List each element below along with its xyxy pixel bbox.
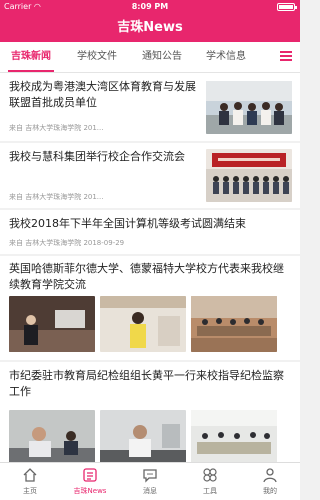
news-thumbnail (206, 149, 292, 202)
news-meta: 来自 吉林大学珠海学院 201... (9, 124, 104, 132)
tab-notices[interactable]: 通知公告 (136, 42, 188, 72)
news-title: 我校2018年下半年全国计算机等级考试圆满结束 (9, 217, 246, 230)
tab-academic-info[interactable]: 学术信息 (200, 42, 252, 72)
home-icon (23, 468, 37, 482)
news-title: 市纪委驻市教育局纪检组组长黄平一行来校指导纪检监察工作 (9, 369, 284, 398)
news-title: 我校与慧科集团举行校企合作交流会 (9, 150, 185, 163)
nav-bar: 吉珠News (0, 14, 300, 42)
tools-icon (203, 468, 217, 482)
news-title: 我校成为粤港澳大湾区体育教育与发展联盟首批成员单位 (9, 80, 196, 109)
tabbar-label: 工具 (203, 487, 217, 495)
tabbar-label: 我的 (263, 487, 277, 495)
tab-news[interactable]: 吉珠新闻 (4, 42, 58, 72)
status-bar: Carrier ◠ 8:09 PM (0, 0, 300, 14)
tabbar-label: 主页 (23, 487, 37, 495)
news-meta: 来自 吉林大学珠海学院 2018-09-29 (9, 239, 125, 247)
tabbar-profile[interactable]: 我的 (240, 463, 300, 500)
tabbar-label: 吉珠News (73, 487, 107, 495)
news-title: 英国哈德斯菲尔德大学、德蒙福特大学校方代表来我校继续教育学院交流 (9, 262, 284, 291)
news-item[interactable]: 我校与慧科集团举行校企合作交流会 来自 吉林大学珠海学院 201... (0, 143, 300, 208)
hamburger-icon[interactable] (280, 51, 292, 61)
news-thumbnail (191, 296, 277, 352)
news-meta: 来自 吉林大学珠海学院 201... (9, 193, 104, 201)
profile-icon (263, 468, 277, 483)
news-feed: 我校成为粤港澳大湾区体育教育与发展联盟首批成员单位 来自 吉林大学珠海学院 20… (0, 73, 300, 463)
news-thumbnail (9, 296, 95, 352)
page-title: 吉珠News (117, 20, 183, 35)
tabbar-home[interactable]: 主页 (0, 463, 60, 500)
tabbar-tools[interactable]: 工具 (180, 463, 240, 500)
news-thumbnail (100, 410, 186, 463)
news-icon (83, 468, 97, 482)
tabbar-label: 消息 (143, 487, 157, 495)
news-item[interactable]: 我校成为粤港澳大湾区体育教育与发展联盟首批成员单位 来自 吉林大学珠海学院 20… (0, 73, 300, 141)
news-item[interactable]: 市纪委驻市教育局纪检组组长黄平一行来校指导纪检监察工作 (0, 362, 300, 463)
clock: 8:09 PM (131, 2, 169, 11)
message-icon (143, 469, 157, 483)
news-thumbnail (100, 296, 186, 352)
tabbar-news[interactable]: 吉珠News (60, 463, 120, 500)
tabbar-messages[interactable]: 消息 (120, 463, 180, 500)
news-item[interactable]: 我校2018年下半年全国计算机等级考试圆满结束 来自 吉林大学珠海学院 2018… (0, 210, 300, 254)
battery-icon (277, 3, 297, 11)
tab-school-files[interactable]: 学校文件 (72, 42, 122, 72)
news-thumbnail (9, 410, 95, 463)
news-thumbnail (191, 410, 277, 463)
bottom-tab-bar: 主页 吉珠News 消息 工具 我的 (0, 462, 300, 500)
news-thumbnail (206, 81, 292, 134)
category-tabs: 吉珠新闻 学校文件 通知公告 学术信息 (0, 42, 300, 73)
news-item[interactable]: 英国哈德斯菲尔德大学、德蒙福特大学校方代表来我校继续教育学院交流 (0, 256, 300, 360)
